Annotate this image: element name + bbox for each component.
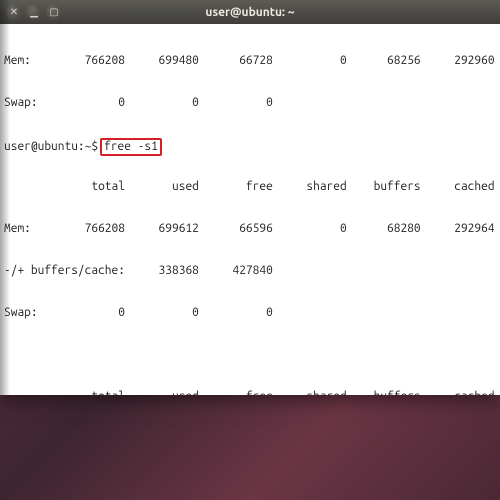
header-line: total used free shared buffers cached	[4, 390, 496, 395]
prompt-text: user@ubuntu:~$	[4, 140, 98, 153]
output-line: Mem: 766208 699612 66596 0 68280 292964	[4, 222, 496, 236]
close-icon[interactable]: ✕	[6, 4, 22, 20]
minimize-icon[interactable]: ▁	[26, 4, 42, 20]
command-highlight: free -s1	[100, 138, 162, 156]
output-line: -/+ buffers/cache: 338368 427840	[4, 264, 496, 278]
window-title: user@ubuntu: ~	[0, 6, 500, 19]
titlebar[interactable]: ✕ ▁ ▢ user@ubuntu: ~	[0, 0, 500, 24]
header-line: total used free shared buffers cached	[4, 180, 496, 194]
terminal-body[interactable]: Mem: 766208 699480 66728 0 68256 292960 …	[0, 24, 500, 395]
output-line	[4, 348, 496, 362]
terminal-window: ✕ ▁ ▢ user@ubuntu: ~ Mem: 766208 699480 …	[0, 0, 500, 395]
prompt-line: user@ubuntu:~$free -s1	[4, 138, 496, 152]
output-line: Swap: 0 0 0	[4, 306, 496, 320]
output-line: Swap: 0 0 0	[4, 96, 496, 110]
output-line: Mem: 766208 699480 66728 0 68256 292960	[4, 54, 496, 68]
window-controls: ✕ ▁ ▢	[6, 4, 62, 20]
maximize-icon[interactable]: ▢	[46, 4, 62, 20]
